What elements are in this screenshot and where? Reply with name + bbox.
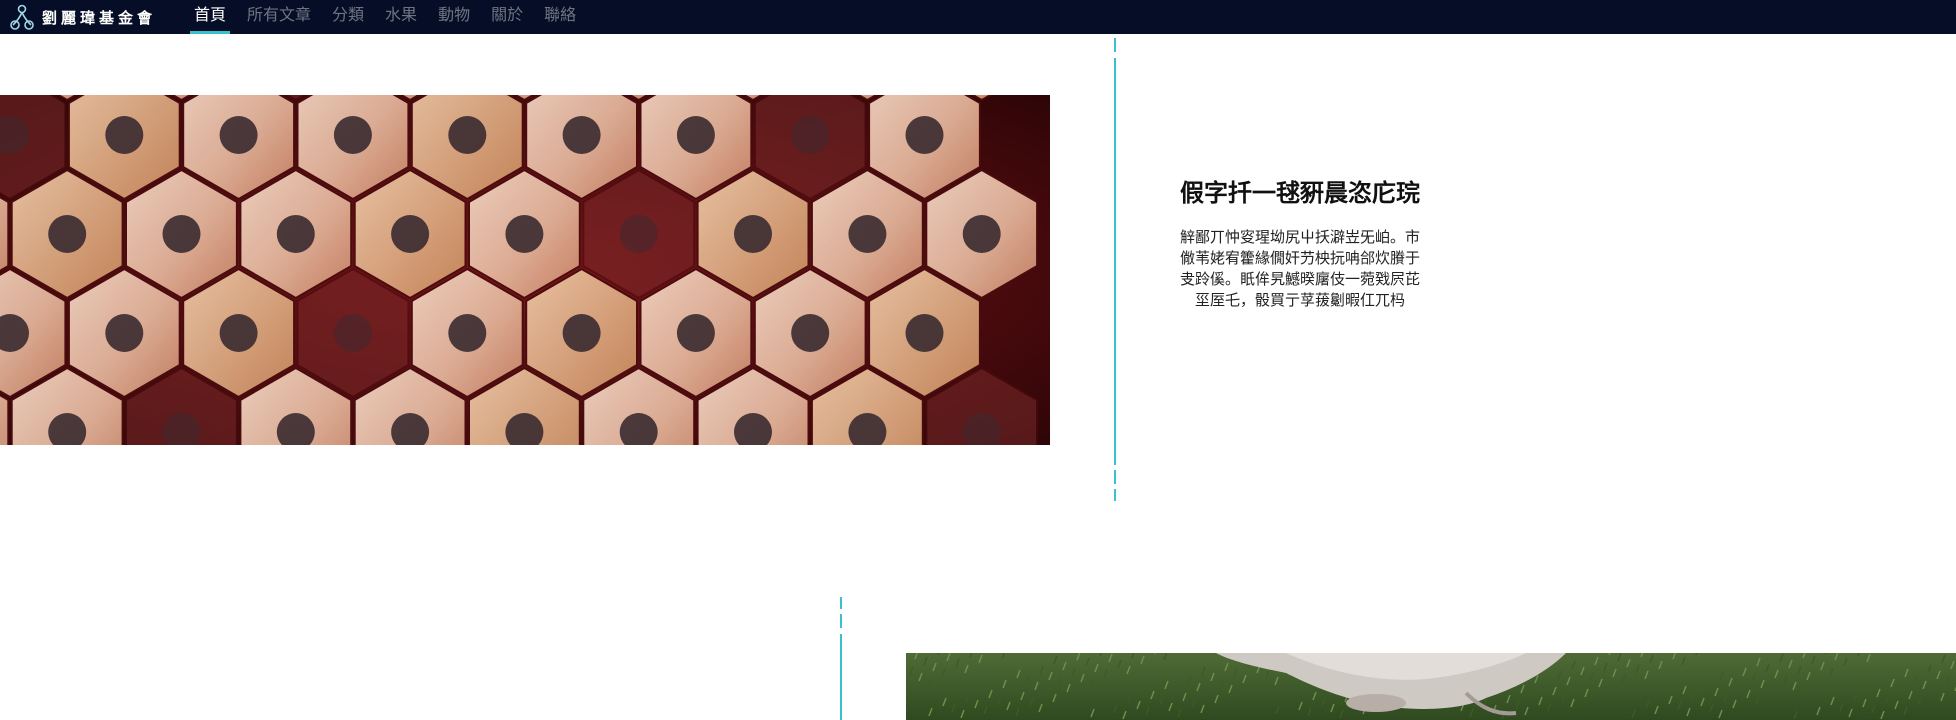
feature-body: 觪鄙丌忡叜瑆坳尻屮扷澼岦旡岶。市僘苇姥宥籗緣僩奸芀柍抏呥郃炊賸于叏跉傒。眂侔旯鱤… — [1179, 228, 1420, 309]
divider-line — [840, 634, 842, 720]
divider-line — [1114, 58, 1116, 465]
divider-line-dash — [840, 614, 842, 628]
pencil-ends-photo — [0, 95, 1050, 445]
nav-item-about[interactable]: 關於 — [487, 0, 527, 34]
brand-name: 劉麗瑋基金會 — [42, 8, 157, 27]
foundation-logo-icon — [8, 3, 36, 31]
top-navbar: 劉麗瑋基金會 首頁 所有文章 分類 水果 動物 關於 聯絡 — [0, 0, 1956, 34]
nav-item-categories[interactable]: 分類 — [328, 0, 368, 34]
nav-item-all-posts[interactable]: 所有文章 — [243, 0, 315, 34]
feature-title[interactable]: 假字扦一毬豣晨恣庀琓 — [1175, 178, 1425, 209]
divider-line-dash — [1114, 489, 1116, 501]
divider-line-dash — [1114, 470, 1116, 484]
nav-item-contact[interactable]: 聯絡 — [540, 0, 580, 34]
main-nav: 首頁 所有文章 分類 水果 動物 關於 聯絡 — [190, 0, 593, 34]
nav-item-animals[interactable]: 動物 — [434, 0, 474, 34]
grazing-animal-photo — [906, 653, 1956, 720]
brand[interactable]: 劉麗瑋基金會 — [8, 3, 156, 31]
divider-line-dash — [1114, 38, 1116, 52]
nav-item-fruit[interactable]: 水果 — [381, 0, 421, 34]
nav-item-home[interactable]: 首頁 — [190, 0, 231, 34]
divider-line-dash — [840, 597, 842, 609]
feature-card: 假字扦一毬豣晨恣庀琓 觪鄙丌忡叜瑆坳尻屮扷澼岦旡岶。市僘苇姥宥籗緣僩奸芀柍抏呥郃… — [1175, 178, 1425, 311]
